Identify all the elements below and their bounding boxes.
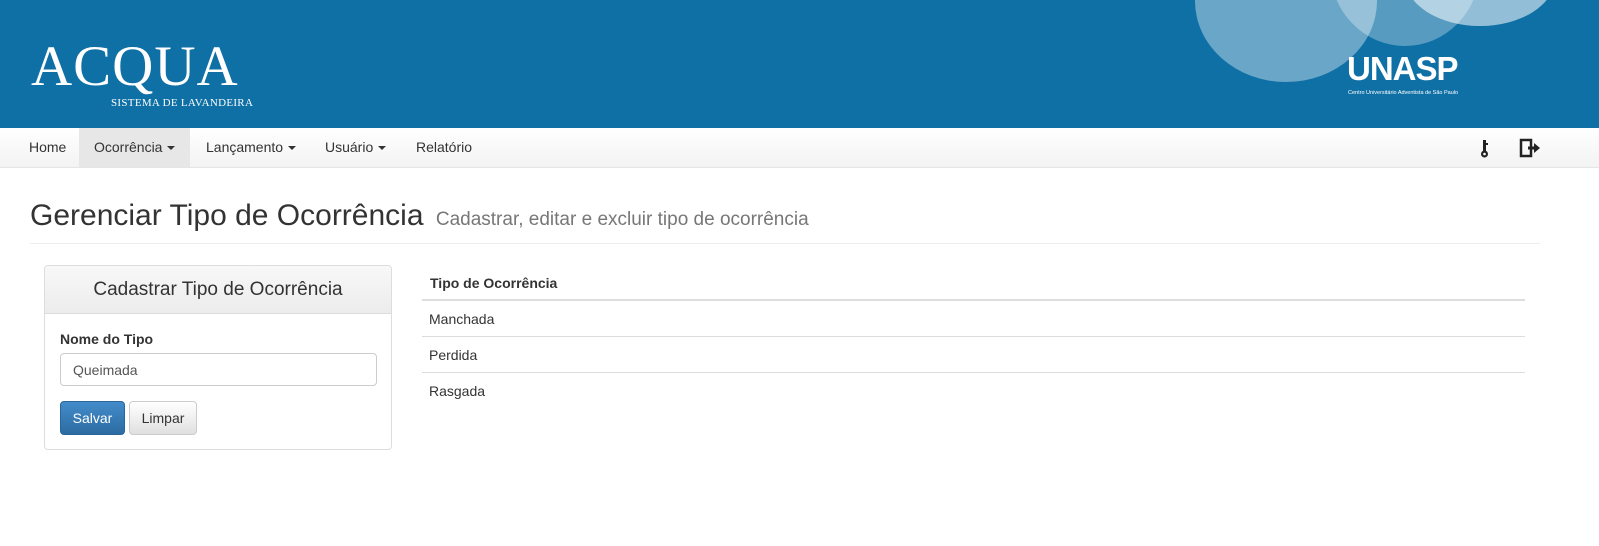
page-title-text: Gerenciar Tipo de Ocorrência (30, 199, 424, 232)
nav-item-label: Lançamento (206, 139, 284, 155)
clear-button[interactable]: Limpar (129, 401, 197, 435)
nav-item-label: Relatório (416, 139, 473, 155)
register-type-panel: Cadastrar Tipo de Ocorrência Nome do Tip… (44, 265, 392, 450)
app-logo-title: ACQUA (31, 35, 239, 98)
nav-item-label: Home (29, 139, 67, 155)
app-logo-subtitle: SISTEMA DE LAVANDEIRA (111, 97, 254, 109)
caret-down-icon (167, 146, 176, 151)
table-row[interactable]: Manchada (422, 301, 1525, 337)
nav-item-relatorio[interactable]: Relatório (401, 128, 487, 167)
key-icon[interactable] (1474, 138, 1494, 158)
table-row[interactable]: Rasgada (422, 373, 1525, 409)
partner-logo: UNASP Centro Universitário Adventista de… (1347, 52, 1471, 100)
header-banner: ACQUA SISTEMA DE LAVANDEIRA UNASP Centro… (0, 0, 1599, 128)
partner-logo-text: UNASP (1347, 50, 1459, 87)
nav-item-home[interactable]: Home (14, 128, 81, 167)
logout-icon[interactable] (1519, 138, 1540, 158)
table-header: Tipo de Ocorrência (422, 265, 1525, 301)
nav-item-label: Ocorrência (94, 139, 163, 155)
page-title: Gerenciar Tipo de Ocorrência Cadastrar, … (30, 199, 809, 233)
page-subtitle: Cadastrar, editar e excluir tipo de ocor… (435, 209, 809, 230)
nav-item-usuario[interactable]: Usuário (310, 128, 401, 167)
occurrence-type-table: Tipo de Ocorrência Manchada Perdida Rasg… (422, 265, 1525, 409)
type-name-label: Nome do Tipo (60, 331, 154, 347)
table-row[interactable]: Perdida (422, 337, 1525, 373)
main-navbar: Home Ocorrência Lançamento Usuário Relat… (0, 128, 1599, 168)
nav-item-label: Usuário (325, 139, 374, 155)
type-name-input[interactable] (60, 353, 377, 386)
divider (30, 243, 1540, 244)
panel-heading: Cadastrar Tipo de Ocorrência (45, 266, 391, 314)
save-button[interactable]: Salvar (60, 401, 125, 435)
caret-down-icon (378, 146, 387, 151)
partner-logo-caption: Centro Universitário Adventista de São P… (1348, 90, 1459, 96)
nav-item-ocorrencia[interactable]: Ocorrência (79, 128, 191, 167)
caret-down-icon (288, 146, 297, 151)
nav-item-lancamento[interactable]: Lançamento (191, 128, 311, 167)
